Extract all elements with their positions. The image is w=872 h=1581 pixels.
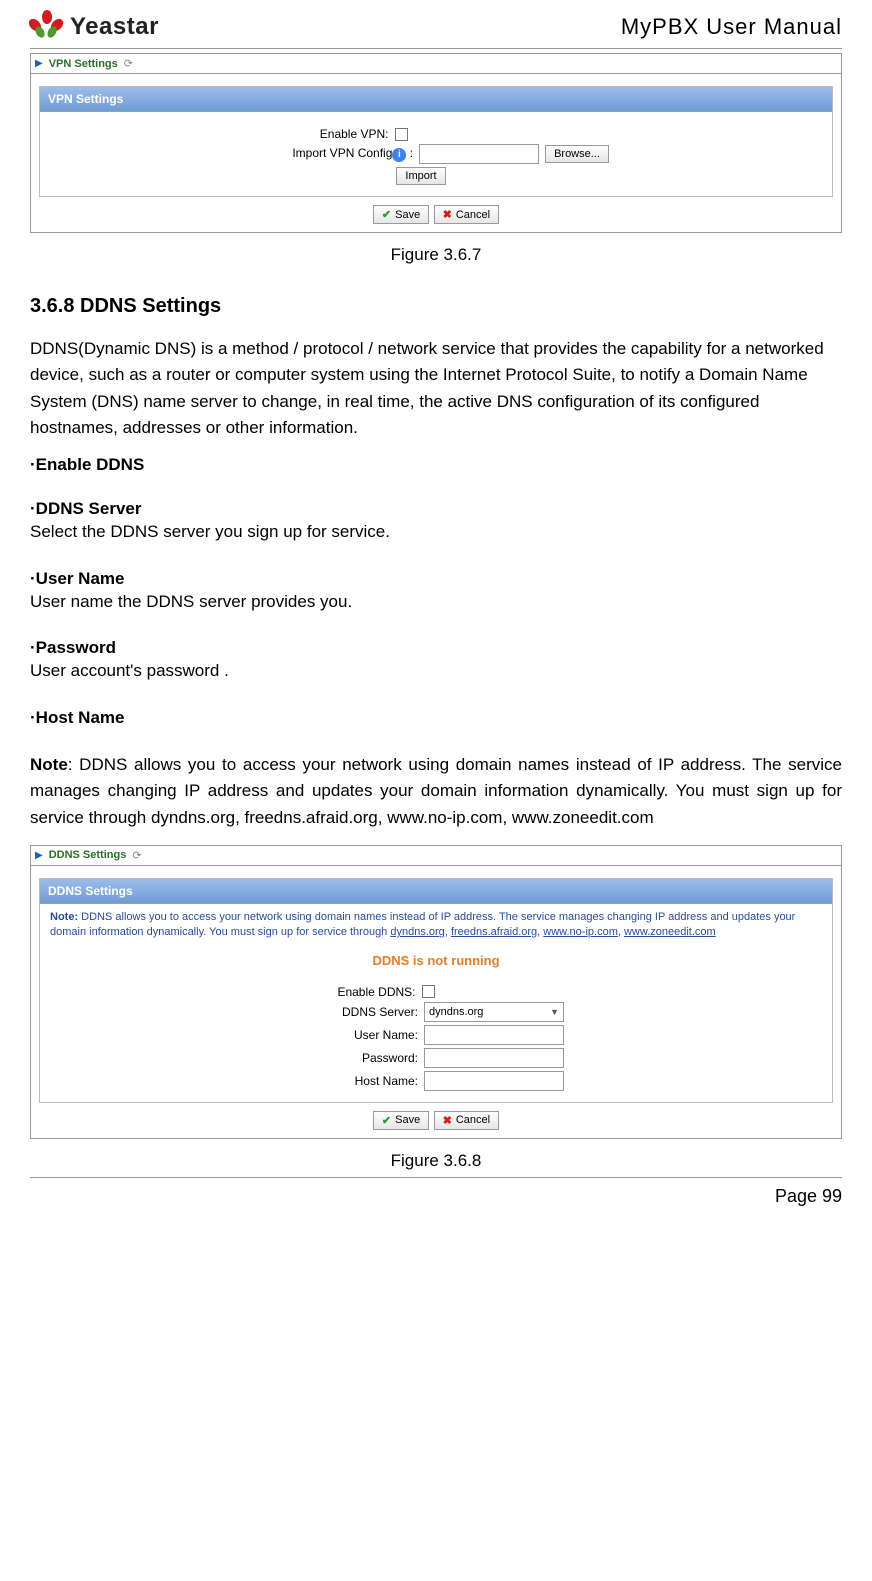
password-label: Password: (308, 1051, 418, 1065)
logo-icon (30, 10, 64, 44)
link-zoneedit[interactable]: www.zoneedit.com (624, 926, 716, 938)
desc-password: User account's password . (30, 658, 842, 684)
check-icon: ✔ (382, 208, 391, 221)
refresh-icon[interactable]: ⟳ (132, 849, 141, 862)
password-input[interactable] (424, 1048, 564, 1068)
breadcrumb-label: VPN Settings (49, 58, 118, 70)
save-button[interactable]: ✔Save (373, 205, 429, 224)
figure-caption: Figure 3.6.8 (30, 1151, 842, 1171)
panel-title: VPN Settings (40, 87, 832, 112)
term-user-name: ·User Name (30, 569, 842, 589)
page-footer: Page 99 (30, 1177, 842, 1211)
check-icon: ✔ (382, 1114, 391, 1127)
refresh-icon[interactable]: ⟳ (124, 57, 133, 70)
ddns-settings-screenshot: ▶ DDNS Settings ⟳ DDNS Settings Note: DD… (30, 845, 842, 1139)
page-number: Page 99 (775, 1186, 842, 1206)
browse-button[interactable]: Browse... (545, 145, 609, 163)
enable-vpn-checkbox[interactable] (395, 128, 408, 141)
breadcrumb: ▶ VPN Settings ⟳ (31, 54, 841, 74)
desc-user-name: User name the DDNS server provides you. (30, 589, 842, 615)
info-icon[interactable]: i (392, 148, 406, 162)
ddns-status: DDNS is not running (40, 947, 832, 970)
vpn-settings-screenshot: ▶ VPN Settings ⟳ VPN Settings Enable VPN… (30, 53, 842, 233)
note-paragraph: Note: DDNS allows you to access your net… (30, 752, 842, 831)
brand-name: Yeastar (70, 13, 159, 41)
close-icon: ✖ (443, 1114, 452, 1127)
close-icon: ✖ (443, 208, 452, 221)
note-label: Note (30, 755, 68, 774)
ddns-server-label: DDNS Server: (308, 1005, 418, 1019)
import-config-label: Import VPN Configi : (263, 146, 413, 162)
breadcrumb-label: DDNS Settings (49, 849, 127, 861)
term-ddns-server: ·DDNS Server (30, 499, 842, 519)
panel-note: Note: DDNS allows you to access your net… (40, 904, 832, 947)
link-noip[interactable]: www.no-ip.com (543, 926, 618, 938)
import-button[interactable]: Import (396, 167, 445, 185)
section-heading: 3.6.8 DDNS Settings (30, 295, 842, 318)
term-enable-ddns: ·Enable DDNS (30, 455, 842, 475)
username-label: User Name: (308, 1028, 418, 1042)
hostname-label: Host Name: (308, 1074, 418, 1088)
link-freedns[interactable]: freedns.afraid.org (451, 926, 537, 938)
enable-ddns-checkbox[interactable] (422, 985, 435, 998)
intro-paragraph: DDNS(Dynamic DNS) is a method / protocol… (30, 336, 842, 441)
term-password: ·Password (30, 638, 842, 658)
enable-ddns-label: Enable DDNS: (306, 985, 416, 999)
chevron-right-icon: ▶ (35, 850, 43, 861)
vpn-panel: VPN Settings Enable VPN: Import VPN Conf… (39, 86, 833, 197)
breadcrumb: ▶ DDNS Settings ⟳ (31, 846, 841, 866)
document-title: MyPBX User Manual (621, 14, 842, 40)
page-header: Yeastar MyPBX User Manual (30, 10, 842, 49)
import-config-input[interactable] (419, 144, 539, 164)
link-dyndns[interactable]: dyndns.org (390, 926, 444, 938)
brand-logo: Yeastar (30, 10, 159, 44)
enable-vpn-label: Enable VPN: (239, 127, 389, 141)
ddns-panel: DDNS Settings Note: DDNS allows you to a… (39, 878, 833, 1103)
cancel-button[interactable]: ✖Cancel (434, 205, 499, 224)
chevron-down-icon: ▼ (550, 1007, 559, 1017)
save-button[interactable]: ✔Save (373, 1111, 429, 1130)
ddns-server-select[interactable]: dyndns.org▼ (424, 1002, 564, 1022)
term-host-name: ·Host Name (30, 708, 842, 728)
cancel-button[interactable]: ✖Cancel (434, 1111, 499, 1130)
chevron-right-icon: ▶ (35, 58, 43, 69)
panel-title: DDNS Settings (40, 879, 832, 904)
hostname-input[interactable] (424, 1071, 564, 1091)
desc-ddns-server: Select the DDNS server you sign up for s… (30, 519, 842, 545)
figure-caption: Figure 3.6.7 (30, 245, 842, 265)
username-input[interactable] (424, 1025, 564, 1045)
